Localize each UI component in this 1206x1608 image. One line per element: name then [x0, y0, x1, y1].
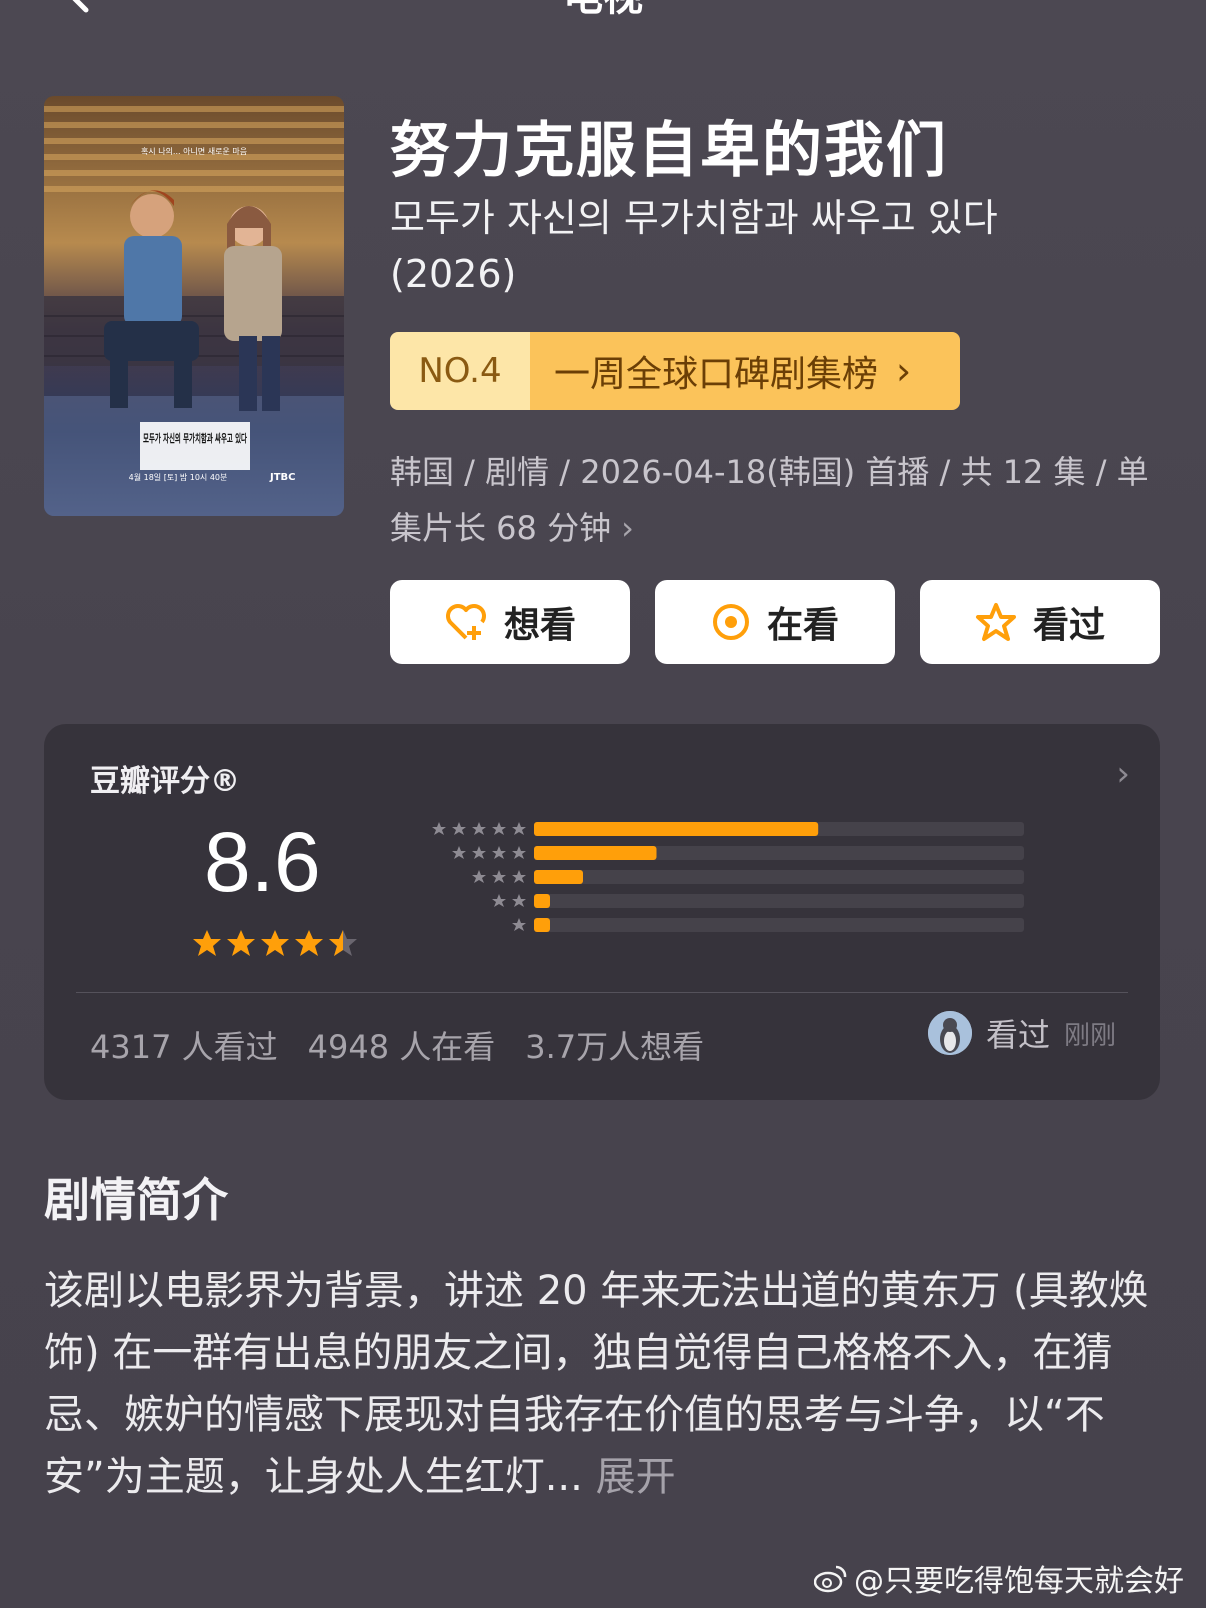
- poster-image[interactable]: 혹시 나의... 아니면 새로운 마음 모두가 자신의 무가치함과 싸우고 있다…: [44, 96, 344, 516]
- friend-status: 看过: [985, 1016, 1050, 1054]
- star-outline-icon: [975, 603, 1016, 641]
- chevron-right-icon: ›: [621, 509, 634, 547]
- histogram-star-icon: [512, 918, 526, 931]
- rating-distribution-chart: [432, 822, 1024, 932]
- histogram-star-icon: [472, 846, 486, 859]
- rating-counts: 4317 人看过 4948 人在看 3.7万人想看: [90, 1022, 704, 1068]
- nav-title: 电视: [0, 0, 1206, 22]
- expand-link[interactable]: 展开: [596, 1454, 676, 1500]
- poster-title: 모두가 자신의 무가치함과 싸우고 있다: [143, 431, 248, 445]
- histogram-star-icon: [452, 822, 466, 835]
- watched-button[interactable]: 看过: [920, 580, 1160, 664]
- friend-activity[interactable]: 看过 刚刚: [927, 1010, 1116, 1056]
- show-meta-info[interactable]: 韩国 / 剧情 / 2026-04-18(韩国) 首播 / 共 12 集 / 单…: [390, 444, 1150, 556]
- histogram-track: [534, 870, 1024, 884]
- watched-count: 4317 人看过: [90, 1028, 278, 1066]
- friend-time: 刚刚: [1063, 1020, 1116, 1051]
- histogram-track: [534, 894, 1024, 908]
- histogram-star-icon: [492, 894, 506, 907]
- heart-plus-icon: [446, 604, 486, 640]
- rating-card[interactable]: 豆瓣评分® › 8.6 4317 人看过 4948 人在看 3.7万人想看 看过…: [44, 724, 1160, 1100]
- histogram-star-icon: [512, 846, 526, 859]
- histogram-bar-3-star: [534, 870, 583, 884]
- ranking-badge[interactable]: NO.4 一周全球口碑剧集榜 ›: [390, 332, 960, 410]
- meta-text: 韩国 / 剧情 / 2026-04-18(韩国) 首播 / 共 12 集 / 单…: [390, 453, 1149, 547]
- histogram-star-icon: [512, 894, 526, 907]
- histogram-bar-1-star: [534, 918, 550, 932]
- histogram-star-icon: [492, 822, 506, 835]
- histogram-bar-5-star: [534, 822, 819, 836]
- rating-score: 8.6: [204, 815, 321, 909]
- star-full-icon: [295, 930, 323, 956]
- chevron-right-icon: ›: [896, 349, 912, 393]
- avatar: [927, 1011, 972, 1055]
- histogram-star-icon: [472, 822, 486, 835]
- poster-tagline: 혹시 나의... 아니면 새로운 마음: [141, 146, 247, 156]
- star-full-icon: [227, 930, 255, 956]
- want-label: 想看: [503, 605, 576, 646]
- rating-label: 豆瓣评分®: [90, 764, 240, 799]
- rank-list-name: 一周全球口碑剧集榜 ›: [530, 332, 960, 410]
- poster-air-info: 4월 18일 [토] 밤 10시 40분: [129, 472, 228, 482]
- show-title: 努力克服自卑的我们: [390, 116, 948, 186]
- histogram-star-icon: [512, 870, 526, 883]
- star-half-icon: [329, 930, 357, 956]
- histogram-star-icon: [452, 846, 466, 859]
- star-full-icon: [193, 930, 221, 956]
- histogram-star-icon: [432, 822, 446, 835]
- original-title: 모두가 자신의 무가치함과 싸우고 있다 (2026): [390, 190, 1150, 302]
- want-count: 3.7万人想看: [525, 1028, 705, 1066]
- original-title-text: 모두가 자신의 무가치함과 싸우고 있다: [390, 196, 998, 240]
- watching-count: 4948 人在看: [307, 1028, 496, 1066]
- histogram-bar-2-star: [534, 894, 550, 908]
- show-year: (2026): [390, 252, 517, 296]
- histogram-star-icon: [512, 822, 526, 835]
- watermark: @只要吃得饱每天就会好: [814, 1556, 1184, 1600]
- target-circle-icon: [712, 604, 749, 640]
- rank-list-label: 一周全球口碑剧集榜: [554, 354, 879, 395]
- watching-label: 在看: [766, 605, 839, 646]
- histogram-bar-4-star: [534, 846, 657, 860]
- rank-number: NO.4: [390, 332, 530, 410]
- want-to-watch-button[interactable]: 想看: [390, 580, 630, 664]
- rating-stars: [192, 928, 358, 958]
- watermark-text: @只要吃得饱每天就会好: [854, 1564, 1184, 1599]
- star-full-icon: [261, 930, 289, 956]
- poster-network: JTBC: [269, 472, 296, 483]
- watched-label: 看过: [1032, 605, 1105, 646]
- watching-button[interactable]: 在看: [655, 580, 895, 664]
- histogram-star-icon: [472, 870, 486, 883]
- histogram-star-icon: [492, 870, 506, 883]
- top-nav-bar: 电视: [0, 0, 1206, 22]
- synopsis-text: 该剧以电影界为背景，讲述 20 年来无法出道的黄东万 (具教焕 饰) 在一群有出…: [44, 1260, 1164, 1508]
- histogram-star-icon: [492, 846, 506, 859]
- chevron-right-icon[interactable]: ›: [1116, 754, 1130, 794]
- divider: [76, 992, 1128, 993]
- synopsis-heading: 剧情简介: [44, 1173, 228, 1227]
- histogram-track: [534, 918, 1024, 932]
- weibo-logo-icon: [814, 1565, 847, 1593]
